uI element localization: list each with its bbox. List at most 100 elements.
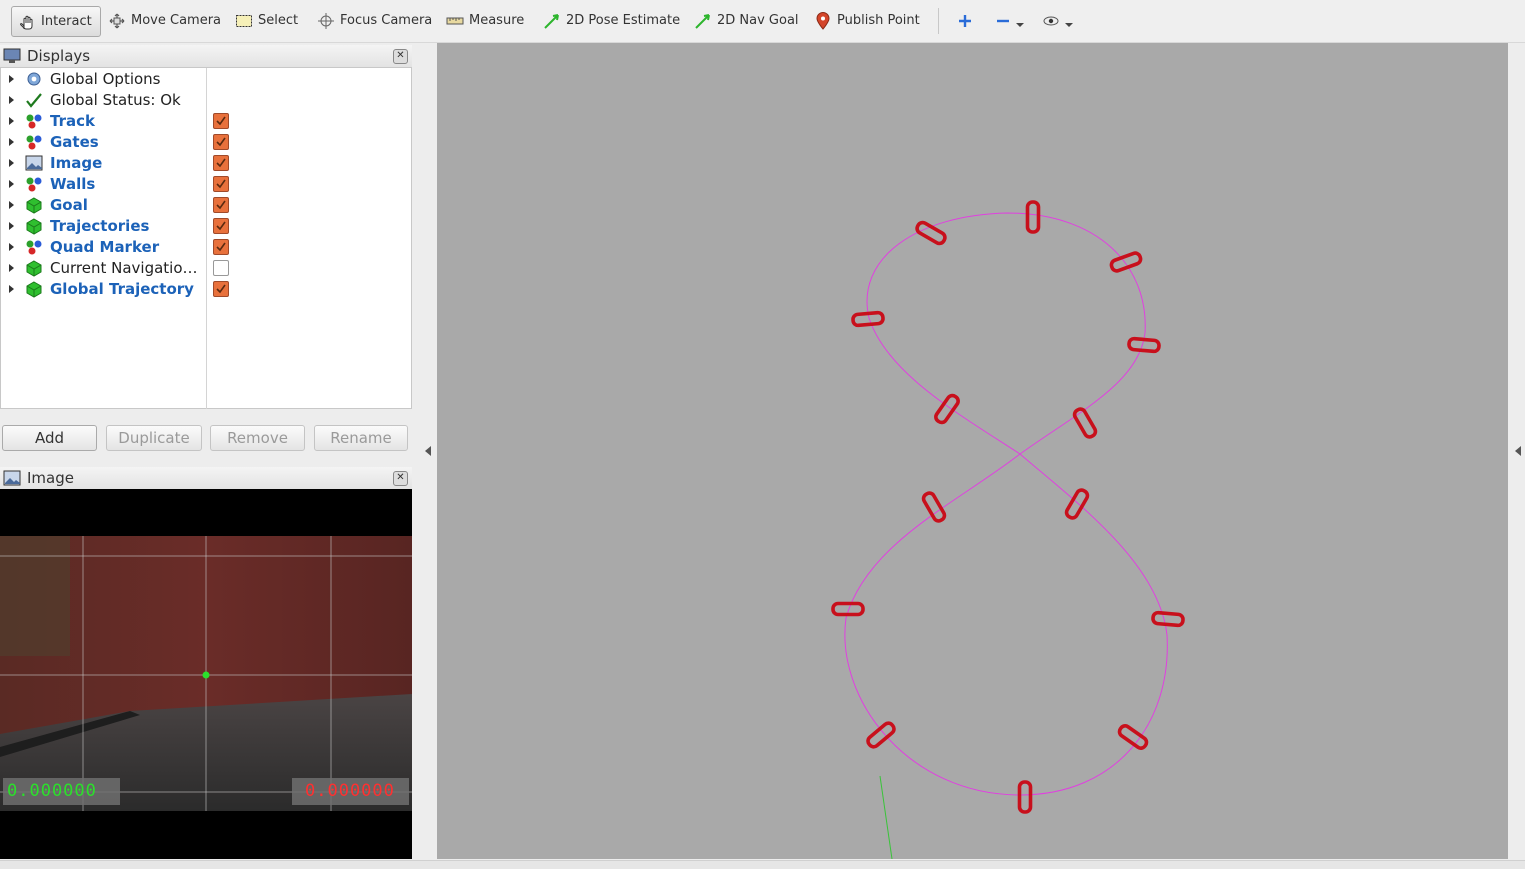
publish-point-tool-button[interactable]: Publish Point bbox=[814, 6, 920, 35]
display-row[interactable]: Goal bbox=[1, 195, 411, 216]
add-tool-button[interactable] bbox=[956, 6, 974, 35]
plus-icon bbox=[959, 14, 971, 27]
move-camera-tool-button[interactable]: Move Camera bbox=[108, 6, 221, 35]
measure-label: Measure bbox=[469, 13, 525, 28]
minus-icon bbox=[997, 19, 1009, 22]
cube-icon bbox=[25, 218, 43, 235]
map-pin-icon bbox=[816, 11, 830, 30]
select-label: Select bbox=[258, 13, 299, 28]
marker-array-icon bbox=[25, 134, 43, 151]
camera-image-view: 0.000000 0.000000 bbox=[0, 489, 412, 859]
check-icon bbox=[216, 137, 226, 147]
expand-arrow-icon[interactable] bbox=[9, 138, 14, 146]
race-gate bbox=[921, 491, 947, 523]
display-enabled-checkbox[interactable] bbox=[213, 197, 229, 213]
left-readout: 0.000000 bbox=[7, 781, 97, 801]
checkmark-icon bbox=[25, 92, 43, 109]
display-enabled-checkbox[interactable] bbox=[213, 218, 229, 234]
race-gate bbox=[1017, 780, 1033, 814]
race-gate bbox=[866, 721, 896, 749]
green-arrow-icon bbox=[695, 13, 710, 29]
move-camera-label: Move Camera bbox=[131, 13, 222, 28]
display-label: Current Navigatio… bbox=[50, 259, 198, 277]
crosshair-icon bbox=[318, 12, 334, 29]
check-icon bbox=[216, 284, 226, 294]
chevron-down-icon bbox=[1065, 22, 1073, 27]
race-gate bbox=[1025, 200, 1041, 234]
rename-display-button[interactable]: Rename bbox=[314, 425, 408, 451]
duplicate-display-button[interactable]: Duplicate bbox=[106, 425, 202, 451]
expand-arrow-icon[interactable] bbox=[9, 285, 14, 293]
display-row[interactable]: Current Navigatio… bbox=[1, 258, 411, 279]
expand-arrow-icon[interactable] bbox=[9, 201, 14, 209]
green-arrow-icon bbox=[544, 13, 559, 29]
display-row[interactable]: Gates bbox=[1, 132, 411, 153]
image-panel-close-button[interactable]: ✕ bbox=[393, 471, 408, 486]
add-display-button[interactable]: Add bbox=[2, 425, 97, 451]
expand-arrow-icon[interactable] bbox=[9, 243, 14, 251]
monitor-icon bbox=[3, 48, 21, 63]
display-row[interactable]: Global Options bbox=[1, 69, 411, 90]
left-panel-collapse-handle[interactable] bbox=[425, 446, 431, 456]
display-enabled-checkbox[interactable] bbox=[213, 239, 229, 255]
display-row[interactable]: Global Trajectory bbox=[1, 279, 411, 300]
image-panel-title: Image bbox=[27, 469, 74, 487]
expand-arrow-icon[interactable] bbox=[9, 180, 14, 188]
display-enabled-checkbox[interactable] bbox=[213, 113, 229, 129]
focus-camera-tool-button[interactable]: Focus Camera bbox=[317, 6, 432, 35]
display-row[interactable]: Quad Marker bbox=[1, 237, 411, 258]
display-label: Global Trajectory bbox=[50, 280, 194, 298]
display-enabled-checkbox[interactable] bbox=[213, 155, 229, 171]
race-gate bbox=[1151, 610, 1185, 628]
move-arrows-icon bbox=[109, 13, 125, 28]
pose-estimate-tool-button[interactable]: 2D Pose Estimate bbox=[543, 6, 680, 35]
nav-goal-tool-button[interactable]: 2D Nav Goal bbox=[694, 6, 799, 35]
view-options-dropdown[interactable] bbox=[1042, 6, 1073, 35]
expand-arrow-icon[interactable] bbox=[9, 75, 14, 83]
display-row[interactable]: Global Status: Ok bbox=[1, 90, 411, 111]
check-icon bbox=[216, 116, 226, 126]
expand-arrow-icon[interactable] bbox=[9, 222, 14, 230]
display-label: Trajectories bbox=[50, 217, 150, 235]
display-label: Goal bbox=[50, 196, 88, 214]
marker-array-icon bbox=[25, 176, 43, 193]
trajectory-path bbox=[844, 212, 1168, 796]
select-tool-button[interactable]: Select bbox=[235, 6, 298, 35]
image-icon bbox=[25, 155, 43, 172]
remove-display-button[interactable]: Remove bbox=[210, 425, 305, 451]
remove-tool-dropdown[interactable] bbox=[995, 6, 1024, 35]
race-gate bbox=[934, 393, 960, 425]
interact-label: Interact bbox=[41, 14, 92, 29]
close-icon: ✕ bbox=[396, 50, 405, 61]
nav-goal-label: 2D Nav Goal bbox=[717, 13, 799, 28]
display-enabled-checkbox[interactable] bbox=[213, 134, 229, 150]
close-icon: ✕ bbox=[396, 472, 405, 483]
display-row[interactable]: Walls bbox=[1, 174, 411, 195]
display-enabled-checkbox[interactable] bbox=[213, 260, 229, 276]
expand-arrow-icon[interactable] bbox=[9, 159, 14, 167]
display-enabled-checkbox[interactable] bbox=[213, 176, 229, 192]
pose-estimate-label: 2D Pose Estimate bbox=[566, 13, 681, 28]
focus-camera-label: Focus Camera bbox=[340, 13, 433, 28]
measure-tool-button[interactable]: Measure bbox=[446, 6, 524, 35]
displays-close-button[interactable]: ✕ bbox=[393, 49, 408, 64]
cube-icon bbox=[25, 260, 43, 277]
check-icon bbox=[216, 242, 226, 252]
expand-arrow-icon[interactable] bbox=[9, 264, 14, 272]
publish-point-label: Publish Point bbox=[837, 13, 920, 28]
display-row[interactable]: Image bbox=[1, 153, 411, 174]
expand-arrow-icon[interactable] bbox=[9, 96, 14, 104]
right-panel-collapse-handle[interactable] bbox=[1515, 446, 1521, 456]
expand-arrow-icon[interactable] bbox=[9, 117, 14, 125]
cube-icon bbox=[25, 197, 43, 214]
display-row[interactable]: Track bbox=[1, 111, 411, 132]
race-gate bbox=[915, 220, 947, 246]
3d-viewport[interactable] bbox=[437, 43, 1508, 860]
displays-tree: Global Options Global Status: Ok Track Gate… bbox=[0, 67, 412, 409]
chevron-down-icon bbox=[1016, 22, 1024, 27]
display-enabled-checkbox[interactable] bbox=[213, 281, 229, 297]
display-row[interactable]: Trajectories bbox=[1, 216, 411, 237]
race-gate bbox=[1127, 336, 1161, 354]
interact-tool-button[interactable]: Interact bbox=[11, 6, 101, 37]
display-label: Walls bbox=[50, 175, 96, 193]
